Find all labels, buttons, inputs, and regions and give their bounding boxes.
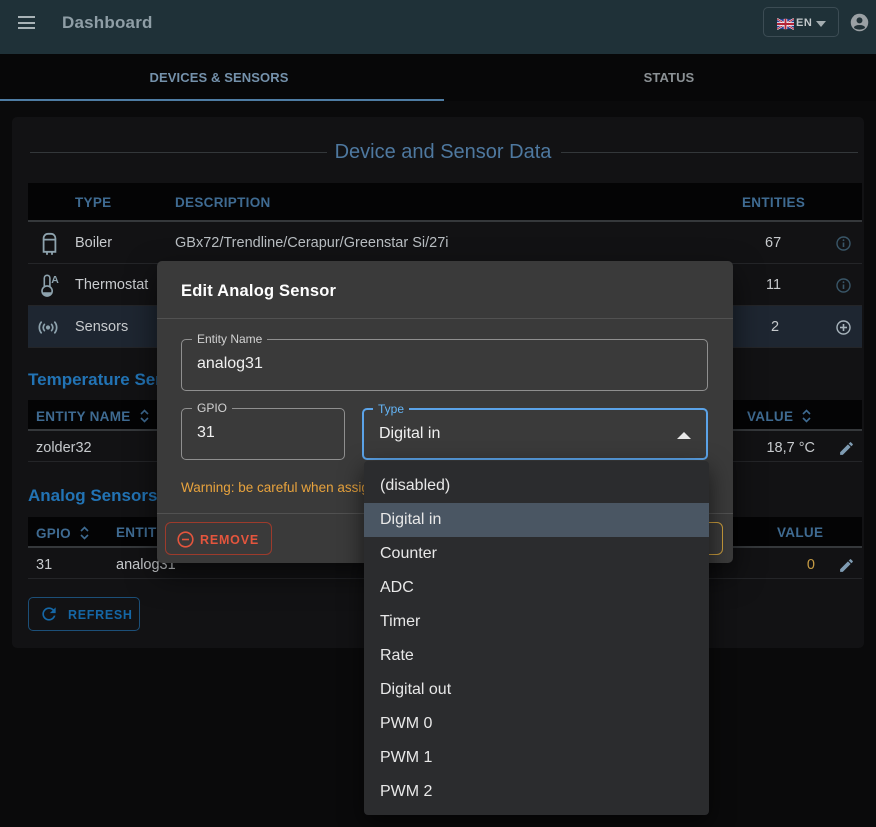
svg-text:A: A <box>51 274 59 286</box>
